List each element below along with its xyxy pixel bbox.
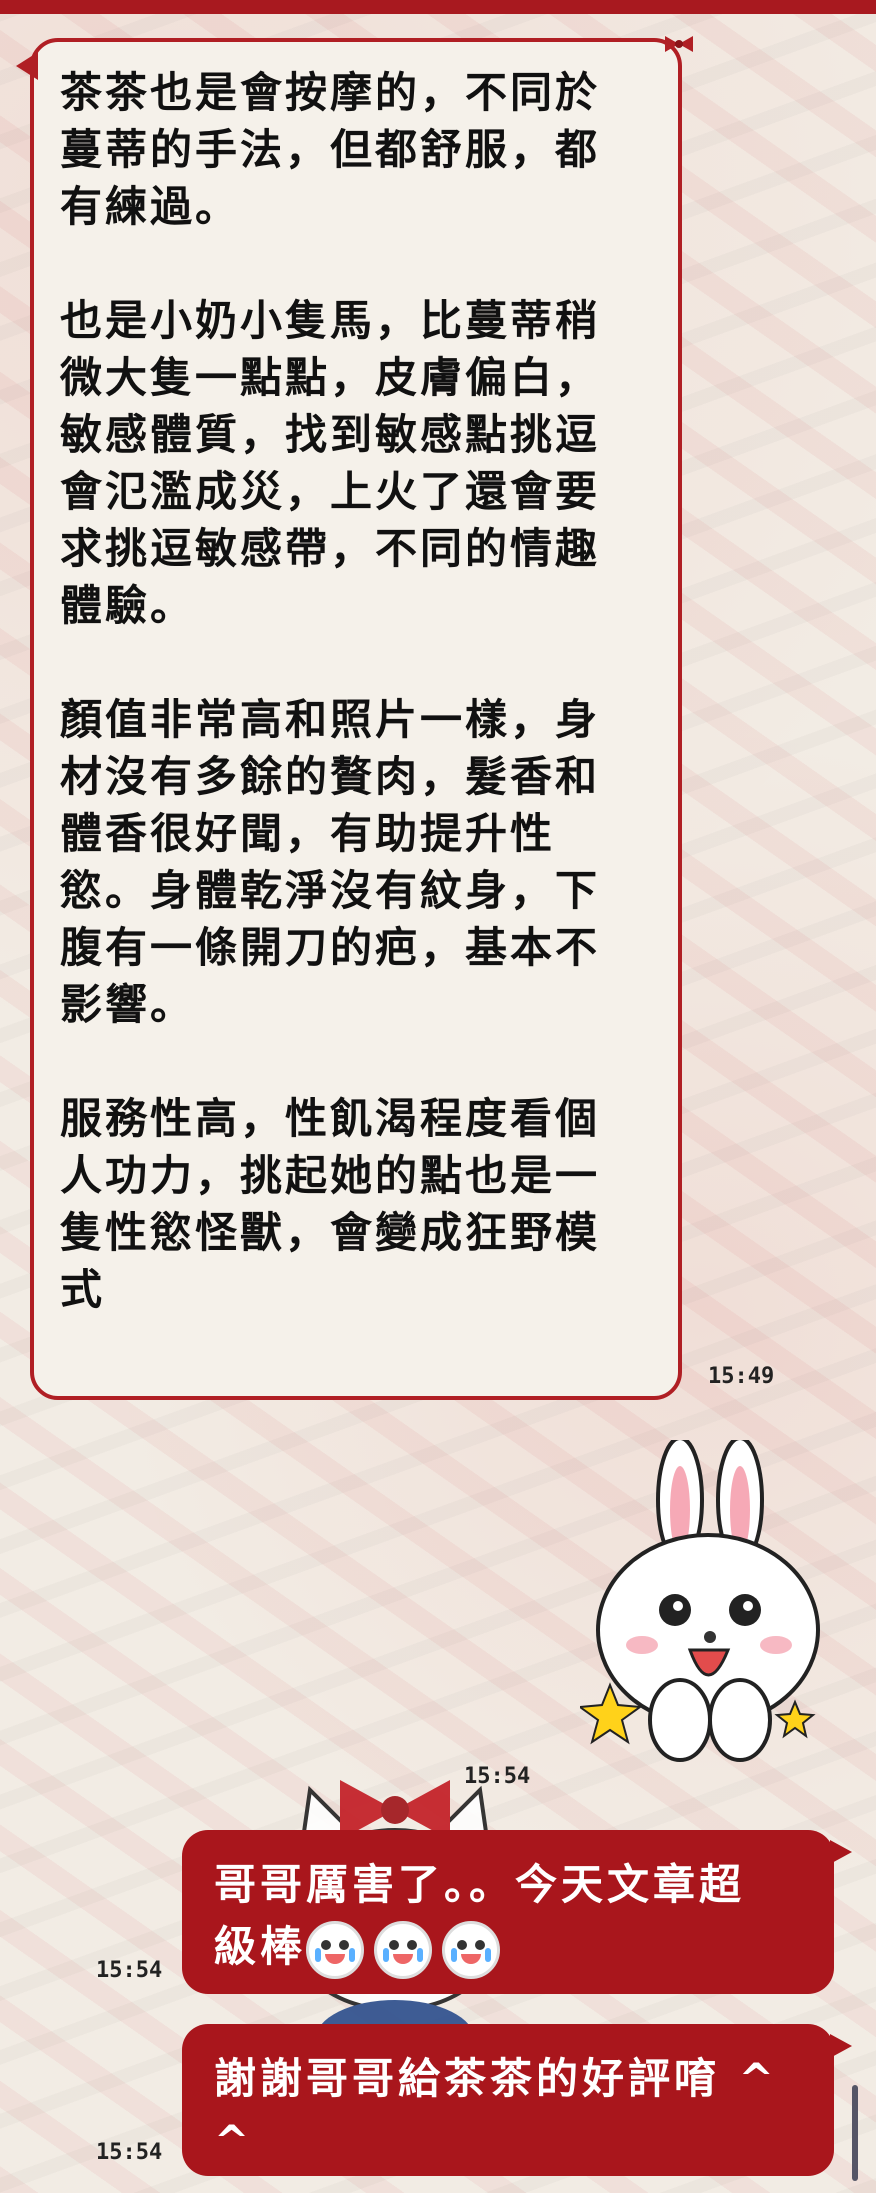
incoming-message-bubble[interactable]: 茶茶也是會按摩的，不同於 蔓蒂的手法，但都舒服，都 有練過。 也是小奶小隻馬，比… [16, 38, 682, 1400]
sticker-time: 15:54 [464, 1764, 531, 1789]
incoming-message-text: 茶茶也是會按摩的，不同於 蔓蒂的手法，但都舒服，都 有練過。 也是小奶小隻馬，比… [60, 68, 601, 1314]
incoming-message-time: 15:49 [708, 1364, 775, 1389]
outgoing-message-text-1: 哥哥厲害了。。今天文章超 級棒 [214, 1854, 804, 1979]
bubble-tail [830, 1840, 852, 1864]
outgoing-message-time-2: 15:54 [96, 2140, 163, 2165]
top-bar [0, 0, 876, 14]
crying-laughing-face-icon [442, 1920, 501, 1979]
crying-laughing-face-icon [306, 1920, 365, 1979]
bubble-tail [16, 52, 38, 80]
bunny-sticker-icon [580, 1440, 820, 1762]
crying-laughing-face-icon [374, 1920, 433, 1979]
outgoing-message-bubble-2[interactable]: 謝謝哥哥給茶茶的好評唷 ^ ^ [182, 2024, 852, 2176]
bow-icon [665, 36, 693, 52]
scrollbar[interactable] [852, 2085, 858, 2181]
outgoing-message-time-1: 15:54 [96, 1958, 163, 1983]
bubble-tail [830, 2034, 852, 2058]
emoji-group [306, 1920, 510, 1979]
outgoing-message-bubble-1[interactable]: 哥哥厲害了。。今天文章超 級棒 [182, 1830, 852, 1994]
outgoing-message-text-2: 謝謝哥哥給茶茶的好評唷 ^ ^ [214, 2054, 778, 2165]
